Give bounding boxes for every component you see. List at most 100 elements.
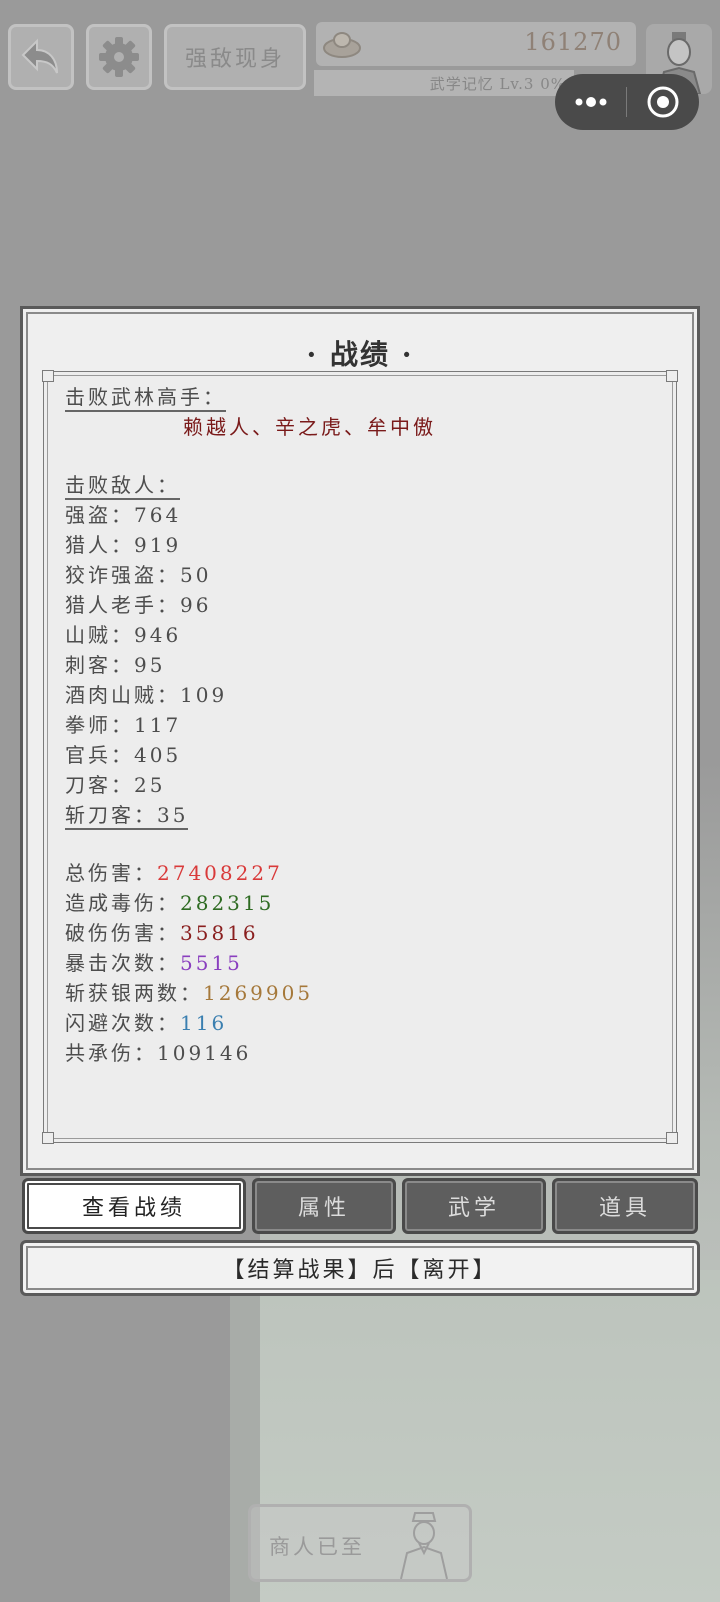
enemy-row: 狡诈强盗：50 — [65, 560, 655, 590]
stat-label: 暴击次数 — [65, 951, 157, 975]
stat-entry: 斩获银两数：1269905 — [65, 981, 313, 1005]
enemy-row: 强盗：764 — [65, 500, 655, 530]
separator: ： — [111, 623, 134, 647]
enemy-value: 919 — [134, 533, 182, 557]
stat-label: 闪避次数 — [65, 1011, 157, 1035]
stat-label: 造成毒伤 — [65, 891, 157, 915]
enemy-entry: 酒肉山贼：109 — [65, 683, 227, 707]
separator: ： — [111, 533, 134, 557]
battle-title-button[interactable]: 强敌现身 — [164, 24, 306, 90]
enemy-label: 官兵 — [65, 743, 111, 767]
merchant-label: 商人已至 — [269, 1535, 365, 1559]
stat-row: 破伤伤害：35816 — [65, 918, 655, 948]
enemy-entry: 强盗：764 — [65, 503, 181, 527]
settings-button[interactable] — [86, 24, 152, 90]
enemy-row: 刀客：25 — [65, 770, 655, 800]
separator: ： — [134, 803, 157, 827]
enemy-label: 强盗 — [65, 503, 111, 527]
silver-count: 161270 — [524, 28, 622, 56]
enemy-row: 斩刀客：35 — [65, 800, 655, 830]
martial-memory-level: 武学记忆 Lv.3 0% — [314, 70, 574, 96]
silver-ingot-icon — [323, 32, 361, 58]
tab-attributes[interactable]: 属性 — [252, 1178, 396, 1234]
enemy-row: 猎人老手：96 — [65, 590, 655, 620]
frame-corner — [42, 1132, 54, 1144]
merchant-portrait-icon — [400, 1512, 448, 1579]
back-arrow-icon — [21, 38, 58, 74]
separator: ： — [157, 891, 180, 915]
stat-row: 造成毒伤：282315 — [65, 888, 655, 918]
enemy-value: 405 — [134, 743, 182, 767]
more-dots-icon — [575, 97, 606, 107]
enemy-entry: 刺客：95 — [65, 653, 165, 677]
stat-value: 116 — [180, 1011, 228, 1035]
separator: ： — [111, 653, 134, 677]
enemies-heading: 击败敌人： — [65, 472, 180, 500]
stat-row: 斩获银两数：1269905 — [65, 978, 655, 1008]
stat-label: 斩获银两数 — [65, 981, 180, 1005]
separator: ： — [180, 981, 203, 1005]
back-button[interactable] — [8, 24, 74, 90]
enemy-entry: 斩刀客：35 — [65, 802, 189, 830]
enemy-value: 25 — [134, 773, 166, 797]
enemy-entry: 刀客：25 — [65, 773, 165, 797]
record-content-frame[interactable]: 击败武林高手： 赖越人、辛之虎、牟中傲 击败敌人： 强盗：764 猎人：919 狡诈… — [42, 370, 678, 1144]
enemy-label: 斩刀客 — [65, 803, 134, 827]
enemy-label: 山贼 — [65, 623, 111, 647]
stat-label: 破伤伤害 — [65, 921, 157, 945]
enemy-row: 刺客：95 — [65, 650, 655, 680]
stats-list: 总伤害：27408227 造成毒伤：282315 破伤伤害：35816 暴击次数：55… — [65, 858, 655, 1068]
stat-entry: 总伤害：27408227 — [65, 861, 283, 885]
enemy-label: 刺客 — [65, 653, 111, 677]
stat-row: 暴击次数：5515 — [65, 948, 655, 978]
silver-counter: 161270 — [316, 22, 636, 66]
separator: ： — [157, 563, 180, 587]
enemy-row: 官兵：405 — [65, 740, 655, 770]
enemy-entry: 官兵：405 — [65, 743, 181, 767]
stat-entry: 共承伤：109146 — [65, 1041, 251, 1065]
close-miniprogram-button[interactable] — [627, 74, 698, 130]
enemy-entry: 猎人老手：96 — [65, 593, 211, 617]
battle-record-panel: · 战绩 · 击败武林高手： 赖越人、辛之虎、牟中傲 击败敌人： 强盗：764 猎… — [20, 306, 700, 1176]
enemy-label: 狡诈强盗 — [65, 563, 157, 587]
miniprogram-capsule — [555, 74, 699, 130]
stat-row: 总伤害：27408227 — [65, 858, 655, 888]
stat-label: 共承伤 — [65, 1041, 134, 1065]
separator: ： — [157, 1011, 180, 1035]
tab-martial-arts[interactable]: 武学 — [402, 1178, 546, 1234]
enemy-label: 刀客 — [65, 773, 111, 797]
record-content: 击败武林高手： 赖越人、辛之虎、牟中傲 击败敌人： 强盗：764 猎人：919 狡诈… — [65, 382, 655, 1068]
tab-items[interactable]: 道具 — [552, 1178, 698, 1234]
settle-and-leave-button[interactable]: 【结算战果】后【离开】 — [20, 1240, 700, 1296]
merchant-arrived-button[interactable]: 商人已至 — [248, 1504, 472, 1582]
enemy-row: 山贼：946 — [65, 620, 655, 650]
stat-row: 共承伤：109146 — [65, 1038, 655, 1068]
enemy-value: 117 — [134, 713, 182, 737]
enemy-entry: 猎人：919 — [65, 533, 181, 557]
frame-corner — [666, 370, 678, 382]
enemy-value: 95 — [134, 653, 166, 677]
separator: ： — [111, 773, 134, 797]
enemy-row: 猎人：919 — [65, 530, 655, 560]
stat-value: 27408227 — [157, 861, 283, 885]
separator: ： — [134, 1041, 157, 1065]
enemy-row: 酒肉山贼：109 — [65, 680, 655, 710]
enemy-value: 764 — [134, 503, 182, 527]
stat-entry: 暴击次数：5515 — [65, 951, 243, 975]
separator: ： — [111, 743, 134, 767]
separator: ： — [157, 921, 180, 945]
separator: ： — [157, 593, 180, 617]
stat-label: 总伤害 — [65, 861, 134, 885]
separator: ： — [111, 713, 134, 737]
separator: ： — [157, 951, 180, 975]
separator: ： — [111, 503, 134, 527]
enemy-label: 猎人 — [65, 533, 111, 557]
frame-corner — [666, 1132, 678, 1144]
tab-battle-record[interactable]: 查看战绩 — [22, 1178, 246, 1234]
more-menu-button[interactable] — [555, 74, 626, 130]
stat-value: 35816 — [180, 921, 259, 945]
panel-title: · 战绩 · — [306, 338, 414, 371]
stat-entry: 造成毒伤：282315 — [65, 891, 274, 915]
stat-row: 闪避次数：116 — [65, 1008, 655, 1038]
frame-corner — [42, 370, 54, 382]
